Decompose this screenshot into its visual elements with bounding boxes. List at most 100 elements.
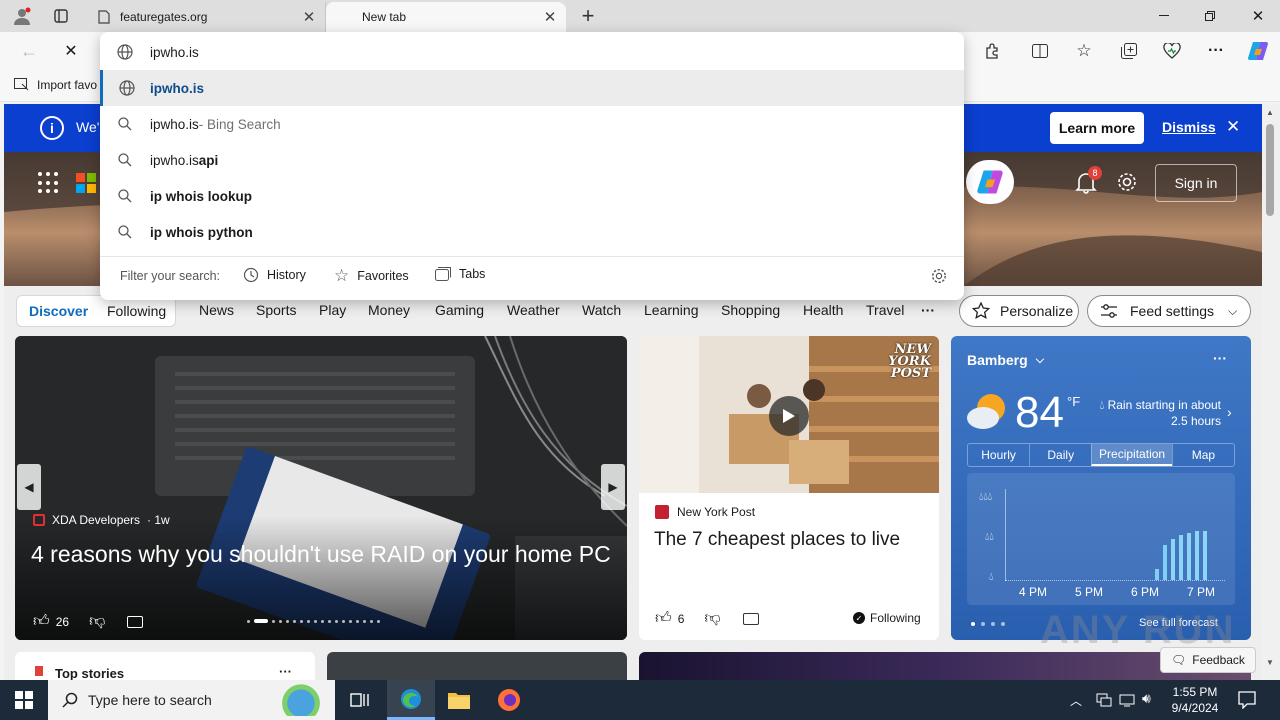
- close-window-icon[interactable]: ✕: [1244, 4, 1272, 28]
- tab-discover[interactable]: Discover: [29, 303, 88, 319]
- like-icon[interactable]: 👍︎: [33, 612, 50, 631]
- search-settings-gear-icon[interactable]: [931, 268, 947, 284]
- tab-precipitation[interactable]: Precipitation: [1091, 444, 1172, 466]
- tab-actions-icon[interactable]: [48, 4, 74, 28]
- weather-card[interactable]: Bamberg ⌵ ··· 84 °F 💧︎ Rain starting in …: [951, 336, 1251, 640]
- nav-weather[interactable]: Weather: [507, 302, 560, 318]
- rain-drop-icon: 💧︎: [1099, 398, 1105, 412]
- volume-icon[interactable]: 🔊︎: [1142, 690, 1151, 707]
- dislike-icon[interactable]: 👎︎: [89, 612, 105, 631]
- edge-taskbar-icon[interactable]: [387, 680, 435, 720]
- collections-icon[interactable]: [1117, 39, 1141, 63]
- nav-watch[interactable]: Watch: [582, 302, 621, 318]
- address-bar-dropdown: ipwho.is ipwho.is ipwho.is - Bing Search…: [100, 32, 964, 300]
- comment-icon[interactable]: [127, 615, 144, 628]
- split-screen-icon[interactable]: [1028, 39, 1052, 63]
- start-windows-icon[interactable]: [15, 691, 33, 709]
- tab-new-tab[interactable]: New tab ✕: [326, 2, 566, 32]
- tab-map[interactable]: Map: [1171, 444, 1234, 466]
- import-favorites-link[interactable]: Import favo: [14, 78, 97, 92]
- side-article-card[interactable]: NEW YORK POST New York Post The 7 cheape…: [639, 336, 939, 640]
- nav-sports[interactable]: Sports: [256, 302, 296, 318]
- nav-travel[interactable]: Travel: [866, 302, 904, 318]
- address-input-row[interactable]: ipwho.is: [100, 34, 964, 70]
- browser-essentials-icon[interactable]: [1160, 39, 1184, 63]
- like-icon[interactable]: 👍︎: [655, 609, 672, 628]
- weather-location[interactable]: Bamberg ⌵: [967, 352, 1044, 368]
- dismiss-link[interactable]: Dismiss: [1162, 119, 1216, 135]
- tab-daily[interactable]: Daily: [1029, 444, 1091, 466]
- following-indicator[interactable]: ✓ Following: [853, 611, 921, 625]
- task-view-icon[interactable]: [350, 690, 370, 710]
- show-hidden-icons-icon[interactable]: ︿: [1070, 692, 1082, 709]
- filter-tabs[interactable]: Tabs: [435, 267, 485, 281]
- back-arrow-icon[interactable]: ←: [16, 38, 42, 64]
- apps-launcher-icon[interactable]: [38, 172, 60, 194]
- taskbar-search-box[interactable]: Type here to search: [48, 680, 335, 720]
- system-clock[interactable]: 1:55 PM 9/4/2024: [1170, 684, 1220, 716]
- suggestion-item[interactable]: ipwho.is: [100, 70, 964, 106]
- dislike-icon[interactable]: 👎︎: [704, 609, 720, 628]
- main-article-card[interactable]: ◀ ▶ XDA Developers · 1w 4 reasons why yo…: [15, 336, 627, 640]
- filter-history-label: History: [267, 268, 306, 282]
- stop-loading-icon[interactable]: ✕: [58, 38, 84, 64]
- notification-center-icon[interactable]: [1238, 691, 1256, 709]
- suggestion-item[interactable]: ip whois lookup: [100, 178, 964, 214]
- nav-money[interactable]: Money: [368, 302, 410, 318]
- chevron-right-icon[interactable]: ›: [1227, 404, 1232, 420]
- more-options-icon[interactable]: ···: [279, 664, 292, 679]
- main-article-headline[interactable]: 4 reasons why you shouldn't use RAID on …: [31, 538, 621, 570]
- tab-hourly[interactable]: Hourly: [968, 444, 1029, 466]
- firefox-icon[interactable]: [497, 688, 521, 712]
- close-banner-icon[interactable]: ✕: [1226, 117, 1240, 137]
- feed-settings-button[interactable]: Feed settings ⌵: [1087, 295, 1251, 327]
- page-settings-gear-icon[interactable]: [1116, 171, 1138, 193]
- page-scrollbar[interactable]: ▲ ▼: [1262, 104, 1280, 680]
- close-tab-icon[interactable]: ✕: [297, 5, 321, 29]
- carousel-prev-button[interactable]: ◀: [17, 464, 41, 510]
- scroll-down-icon[interactable]: ▼: [1266, 658, 1274, 667]
- scroll-up-icon[interactable]: ▲: [1266, 108, 1274, 117]
- nav-shopping[interactable]: Shopping: [721, 302, 780, 318]
- copilot-icon[interactable]: [1245, 38, 1271, 64]
- close-tab-icon[interactable]: ✕: [538, 5, 562, 29]
- settings-more-icon[interactable]: ···: [1204, 39, 1228, 63]
- suggestion-item[interactable]: ip whois python: [100, 214, 964, 250]
- device-icon[interactable]: [1119, 692, 1135, 708]
- minimize-icon[interactable]: [1150, 4, 1178, 28]
- filter-history[interactable]: History: [243, 267, 306, 283]
- nav-play[interactable]: Play: [319, 302, 346, 318]
- nav-more-icon[interactable]: ···: [921, 302, 935, 318]
- side-article-headline[interactable]: The 7 cheapest places to live: [654, 527, 934, 553]
- notifications-bell-icon[interactable]: 8: [1074, 166, 1102, 194]
- tab-title: featuregates.org: [120, 10, 208, 24]
- nav-news[interactable]: News: [199, 302, 234, 318]
- tab-featuregates[interactable]: featuregates.org ✕: [88, 2, 326, 32]
- nav-health[interactable]: Health: [803, 302, 843, 318]
- extensions-icon[interactable]: [980, 39, 1004, 63]
- scrollbar-thumb[interactable]: [1266, 124, 1274, 216]
- suggestion-item[interactable]: ipwho.is api: [100, 142, 964, 178]
- tab-following[interactable]: Following: [107, 303, 166, 319]
- file-explorer-icon[interactable]: [447, 690, 471, 710]
- filter-favorites[interactable]: ☆ Favorites: [334, 266, 409, 286]
- carousel-next-button[interactable]: ▶: [601, 464, 625, 510]
- personalize-button[interactable]: Personalize: [959, 295, 1079, 327]
- learn-more-button[interactable]: Learn more: [1050, 112, 1144, 144]
- comment-icon[interactable]: [742, 612, 759, 625]
- nav-learning[interactable]: Learning: [644, 302, 699, 318]
- suggestion-item[interactable]: ipwho.is - Bing Search: [100, 106, 964, 142]
- nav-gaming[interactable]: Gaming: [435, 302, 484, 318]
- sign-in-button[interactable]: Sign in: [1155, 164, 1237, 202]
- profile-avatar[interactable]: [8, 4, 36, 28]
- restore-icon[interactable]: [1196, 4, 1224, 28]
- weather-more-icon[interactable]: ···: [1213, 350, 1227, 366]
- new-tab-plus-icon[interactable]: +: [576, 3, 600, 28]
- favorites-star-icon[interactable]: ☆: [1072, 39, 1096, 63]
- address-input[interactable]: ipwho.is: [150, 45, 199, 60]
- chart-axis: [1005, 489, 1006, 581]
- article-card-thumbnail[interactable]: [327, 652, 627, 682]
- play-video-icon[interactable]: [769, 396, 809, 436]
- network-icon[interactable]: [1096, 692, 1112, 708]
- copilot-button[interactable]: [966, 160, 1014, 204]
